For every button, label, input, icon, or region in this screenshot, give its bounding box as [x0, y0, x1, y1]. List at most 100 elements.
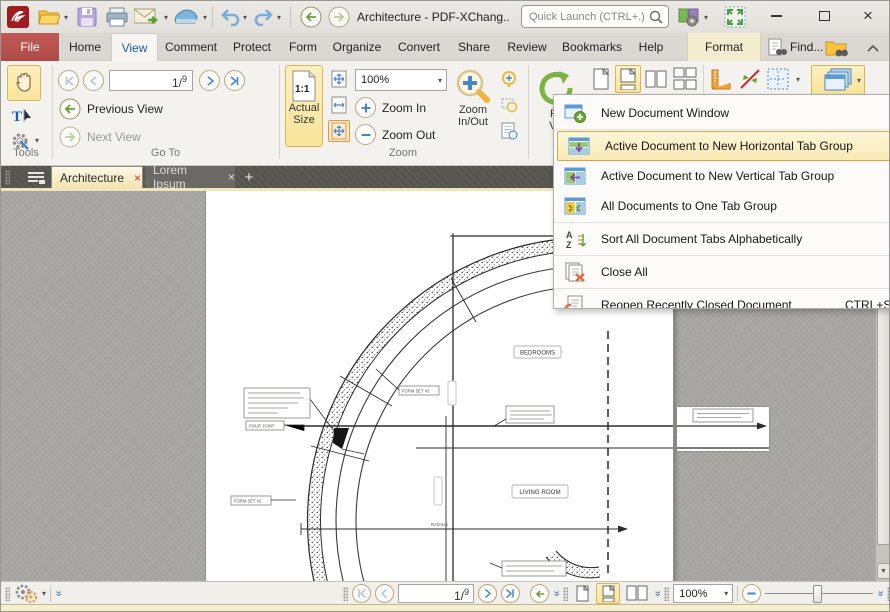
- open-file-button[interactable]: [37, 5, 61, 29]
- sb-first-page-button[interactable]: [352, 584, 371, 603]
- sb-zoom-combo[interactable]: 100%▾: [673, 584, 733, 603]
- continuous-layout-button[interactable]: [615, 65, 641, 93]
- sb-previous-page-button[interactable]: [375, 584, 394, 603]
- menu-item-close-all[interactable]: Close All: [554, 257, 890, 287]
- fit-visible-button[interactable]: [328, 120, 350, 142]
- zoom-out-button[interactable]: Zoom Out: [355, 124, 435, 145]
- undo-dropdown[interactable]: ▾: [240, 13, 250, 22]
- history-back-button[interactable]: [299, 5, 323, 29]
- statusbar-grip-3[interactable]: [563, 587, 568, 601]
- window-tab-groups-button[interactable]: ▾: [811, 65, 865, 95]
- tab-file[interactable]: File: [1, 33, 59, 61]
- quick-launch-box[interactable]: [521, 5, 669, 28]
- sb-next-page-button[interactable]: [478, 584, 497, 603]
- status-options-gears-icon[interactable]: [14, 584, 38, 603]
- doc-tab-lorem-ipsum[interactable]: Lorem Ipsum×: [145, 166, 235, 188]
- fullscreen-button[interactable]: [723, 5, 747, 29]
- next-view-button[interactable]: Next View: [59, 126, 141, 148]
- ui-options-dropdown[interactable]: ▾: [701, 13, 711, 22]
- tabbar-grip[interactable]: [5, 170, 10, 185]
- ui-options-button[interactable]: [677, 5, 701, 29]
- tab-bookmarks[interactable]: Bookmarks: [556, 33, 628, 61]
- loupe-tool-button[interactable]: [498, 68, 520, 90]
- status-options-dropdown[interactable]: ▾: [42, 589, 46, 598]
- print-button[interactable]: [105, 5, 129, 29]
- last-page-button[interactable]: [224, 70, 245, 91]
- scanner-button[interactable]: [173, 5, 199, 29]
- zoom-in-out-tool-button[interactable]: ZoomIn/Out: [451, 65, 495, 147]
- hand-tool-button[interactable]: [7, 65, 41, 101]
- scrollbar-down-icon[interactable]: ▼: [877, 563, 890, 579]
- undo-button[interactable]: [218, 5, 242, 29]
- zoom-level-combo[interactable]: 100%▾: [355, 69, 447, 91]
- collapse-statusbar-icon[interactable]: »: [53, 590, 64, 596]
- menu-item-vertical-tab-group[interactable]: Active Document to New Vertical Tab Grou…: [554, 161, 890, 191]
- history-forward-button[interactable]: [327, 5, 351, 29]
- tab-organize[interactable]: Organize: [326, 33, 388, 61]
- page-number-field[interactable]: 1/9: [109, 70, 193, 91]
- collapse-ribbon-icon[interactable]: [867, 44, 879, 52]
- grid-guides-dropdown[interactable]: ▾: [793, 75, 803, 84]
- page-preview-button[interactable]: [498, 120, 520, 142]
- email-button[interactable]: [133, 5, 161, 29]
- tab-form[interactable]: Form: [282, 33, 324, 61]
- zoom-slider[interactable]: [765, 584, 873, 604]
- tab-protect[interactable]: Protect: [224, 33, 280, 61]
- tools-settings-dropdown[interactable]: ▾: [32, 136, 42, 145]
- snap-toggle-button[interactable]: [737, 65, 763, 93]
- zoom-in-button[interactable]: Zoom In: [355, 97, 426, 118]
- menu-item-horizontal-tab-group[interactable]: Active Document to New Horizontal Tab Gr…: [557, 131, 890, 161]
- fit-page-button[interactable]: [328, 68, 350, 90]
- sb-continuous-button[interactable]: [596, 583, 620, 604]
- redo-dropdown[interactable]: ▾: [274, 13, 284, 22]
- tab-review[interactable]: Review: [500, 33, 554, 61]
- select-text-tool-button[interactable]: T: [10, 105, 32, 127]
- actual-size-button[interactable]: 1:1 ActualSize: [285, 65, 323, 147]
- close-tab-architecture-icon[interactable]: ×: [134, 171, 141, 185]
- menu-item-new-document-window[interactable]: New Document Window: [554, 98, 890, 128]
- statusbar-grip-4[interactable]: [664, 587, 669, 601]
- minimize-button[interactable]: [761, 3, 791, 29]
- sb-single-page-button[interactable]: [572, 584, 592, 604]
- close-button[interactable]: ×: [853, 3, 883, 29]
- statusbar-grip-1[interactable]: [5, 587, 10, 601]
- open-file-dropdown[interactable]: ▾: [61, 13, 71, 22]
- tab-format[interactable]: Format: [687, 33, 761, 61]
- tab-convert[interactable]: Convert: [390, 33, 448, 61]
- tab-home[interactable]: Home: [61, 33, 109, 61]
- two-page-layout-button[interactable]: [643, 65, 669, 93]
- redo-button[interactable]: [252, 5, 276, 29]
- tab-help[interactable]: Help: [630, 33, 672, 61]
- close-tab-lorem-ipsum-icon[interactable]: ×: [228, 170, 235, 184]
- email-dropdown[interactable]: ▾: [161, 13, 171, 22]
- measurement-note[interactable]: [677, 407, 769, 451]
- statusbar-grip-2[interactable]: [343, 587, 348, 601]
- sb-previous-view-button[interactable]: [530, 584, 549, 603]
- maximize-button[interactable]: [809, 3, 839, 29]
- sb-two-page-button[interactable]: [624, 584, 650, 604]
- save-button[interactable]: [75, 5, 99, 29]
- scanner-dropdown[interactable]: ▾: [200, 13, 210, 22]
- doc-tab-architecture[interactable]: Architecture×: [51, 166, 143, 188]
- marquee-zoom-button[interactable]: [498, 94, 520, 116]
- zoom-slider-handle[interactable]: [813, 585, 822, 603]
- find-folder-icon[interactable]: [825, 38, 849, 58]
- previous-page-button[interactable]: [83, 70, 104, 91]
- find-document-icon[interactable]: [767, 38, 787, 58]
- sb-view-history-expand-icon[interactable]: »: [551, 590, 562, 596]
- single-page-layout-button[interactable]: [589, 65, 613, 93]
- grid-guides-button[interactable]: [765, 65, 791, 93]
- next-page-button[interactable]: [199, 70, 220, 91]
- tab-view[interactable]: View: [111, 33, 158, 61]
- fit-width-button[interactable]: [328, 94, 350, 116]
- tab-comment[interactable]: Comment: [160, 33, 222, 61]
- menu-item-sort-tabs[interactable]: AZ Sort All Document Tabs Alphabetically: [554, 224, 890, 254]
- sb-layout-expand-icon[interactable]: »: [652, 590, 663, 596]
- tab-list-icon[interactable]: [27, 171, 45, 185]
- first-page-button[interactable]: [58, 70, 79, 91]
- quick-launch-input[interactable]: [529, 9, 647, 25]
- two-page-continuous-button[interactable]: [671, 65, 699, 93]
- new-tab-button[interactable]: +: [239, 166, 259, 188]
- tab-share[interactable]: Share: [450, 33, 498, 61]
- sb-last-page-button[interactable]: [501, 584, 520, 603]
